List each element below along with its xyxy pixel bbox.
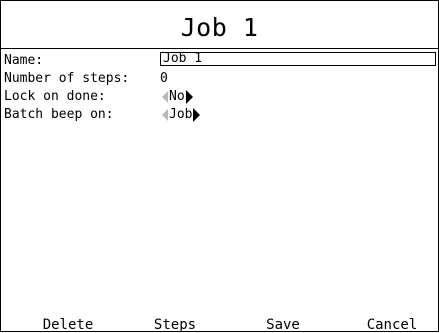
lock-on-done-selector[interactable]: No [160, 89, 193, 105]
device-screen: Job 1 Name: Job 1 Number of steps: 0 Loc… [0, 0, 439, 333]
delete-button[interactable]: Delete [18, 317, 118, 333]
title-divider [1, 48, 438, 49]
batch-beep-label: Batch beep on: [4, 107, 114, 122]
name-label: Name: [4, 53, 44, 68]
lock-on-done-label: Lock on done: [4, 89, 106, 104]
name-field[interactable]: Job 1 [160, 52, 436, 66]
triangle-left-icon[interactable] [162, 91, 168, 103]
lock-on-done-value: No [169, 89, 185, 104]
batch-beep-selector[interactable]: Job [160, 107, 201, 123]
steps-label: Number of steps: [4, 71, 130, 86]
steps-button[interactable]: Steps [125, 317, 225, 333]
screen-title: Job 1 [180, 13, 259, 42]
triangle-left-icon[interactable] [162, 109, 168, 121]
triangle-right-icon[interactable] [185, 90, 193, 104]
save-button[interactable]: Save [233, 317, 333, 333]
steps-value: 0 [160, 71, 168, 86]
triangle-right-icon[interactable] [193, 108, 201, 122]
cancel-button[interactable]: Cancel [342, 317, 439, 333]
batch-beep-value: Job [169, 107, 193, 122]
